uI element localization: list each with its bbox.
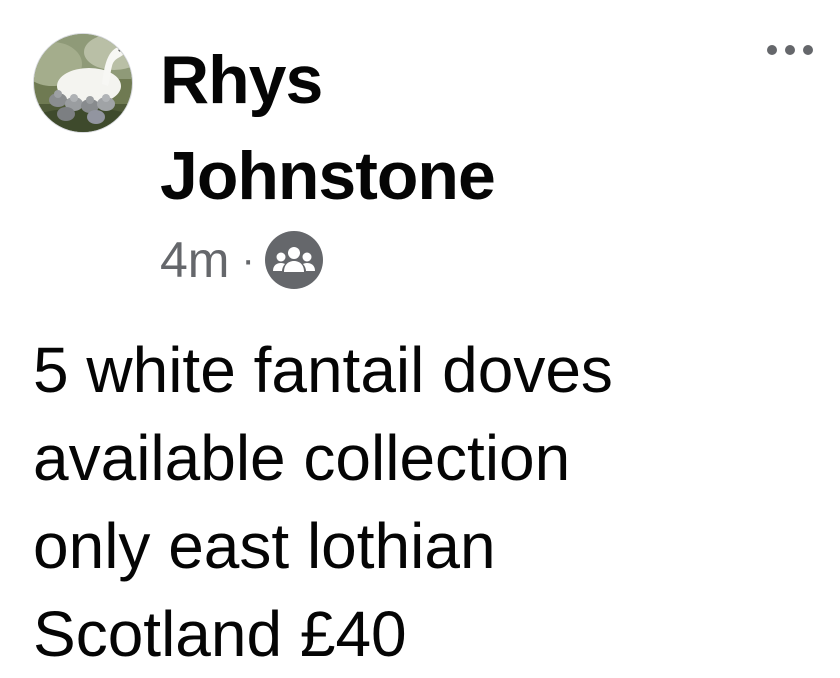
author-name[interactable]: Rhys Johnstone [160, 32, 640, 224]
post-body-text: 5 white fantail doves available collecti… [33, 334, 613, 670]
swan-avatar-image [34, 34, 132, 132]
more-options-icon [767, 45, 813, 55]
group-members-icon[interactable] [264, 231, 323, 289]
author-avatar[interactable] [33, 33, 133, 133]
feed-post: Rhys Johnstone 4m · 5 white fantail dove… [0, 0, 840, 670]
post-timestamp[interactable]: 4m [160, 228, 229, 292]
post-meta: 4m · [160, 228, 323, 292]
meta-separator: · [241, 238, 255, 282]
more-options-button[interactable] [758, 30, 822, 70]
